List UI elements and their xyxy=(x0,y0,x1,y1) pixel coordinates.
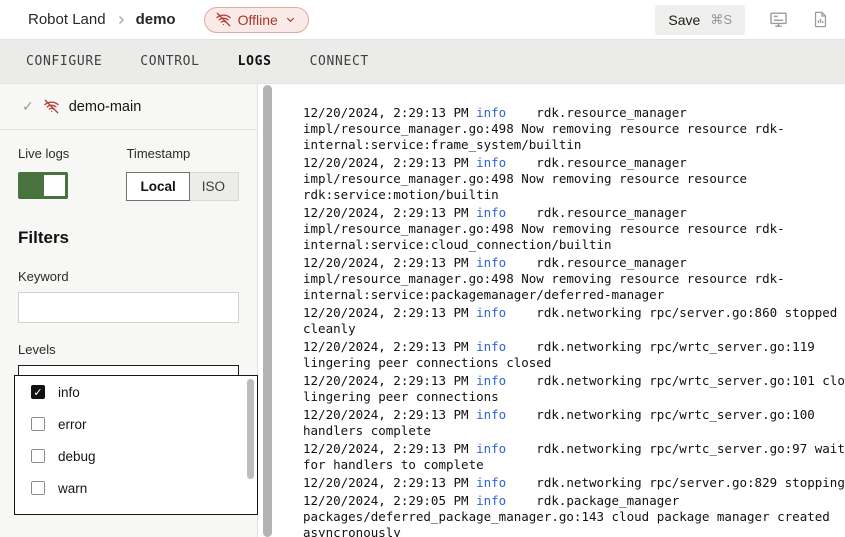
log-time: 12/20/2024, 2:29:13 PM xyxy=(303,205,476,220)
log-time: 12/20/2024, 2:29:13 PM xyxy=(303,373,476,388)
log-level: info xyxy=(476,339,506,354)
filters-title: Filters xyxy=(18,228,239,248)
log-controls: Live logs Timestamp Local ISO xyxy=(0,130,257,201)
level-checkbox[interactable] xyxy=(31,449,45,463)
timestamp-label: Timestamp xyxy=(126,146,239,161)
log-pane: 12/20/2024, 2:29:13 PM info rdk.resource… xyxy=(273,84,845,537)
save-button[interactable]: Save ⌘S xyxy=(655,5,745,35)
log-time: 12/20/2024, 2:29:13 PM xyxy=(303,155,476,170)
tab-control[interactable]: CONTROL xyxy=(140,54,199,69)
filters-section: Filters Keyword Levels xyxy=(0,201,257,397)
log-time: 12/20/2024, 2:29:05 PM xyxy=(303,493,476,508)
chevron-down-icon xyxy=(285,14,296,25)
top-bar: Robot Land demo Offline Save ⌘S xyxy=(0,0,845,39)
save-button-label: Save xyxy=(668,12,700,28)
check-icon: ✓ xyxy=(22,98,34,115)
log-entry: 12/20/2024, 2:29:13 PM info rdk.networki… xyxy=(303,407,845,439)
log-level: info xyxy=(476,205,506,220)
status-badge-label: Offline xyxy=(238,12,278,28)
segment-local[interactable]: Local xyxy=(126,172,189,201)
log-level: info xyxy=(476,305,506,320)
log-message: rdk.networking rpc/server.go:829 stoppin… xyxy=(506,475,845,490)
segment-iso[interactable]: ISO xyxy=(189,173,238,200)
log-level: info xyxy=(476,441,506,456)
chevron-right-icon xyxy=(115,14,127,26)
log-level: info xyxy=(476,255,506,270)
live-logs-toggle[interactable] xyxy=(18,172,68,199)
level-checkbox[interactable] xyxy=(31,481,45,495)
log-entry: 12/20/2024, 2:29:13 PM info rdk.networki… xyxy=(303,305,845,337)
breadcrumb-current: demo xyxy=(136,11,176,28)
wifi-off-icon xyxy=(44,99,59,114)
log-time: 12/20/2024, 2:29:13 PM xyxy=(303,255,476,270)
tab-label: LOGS xyxy=(238,54,272,69)
part-selector[interactable]: ✓ demo-main xyxy=(0,84,257,130)
keyword-input[interactable] xyxy=(18,292,239,323)
log-level: info xyxy=(476,493,506,508)
level-checkbox[interactable] xyxy=(31,417,45,431)
log-time: 12/20/2024, 2:29:13 PM xyxy=(303,105,476,120)
timestamp-segmented: Local ISO xyxy=(126,172,239,201)
tab-bar: CONFIGURE CONTROL LOGS CONNECT xyxy=(0,39,845,84)
log-time: 12/20/2024, 2:29:13 PM xyxy=(303,305,476,320)
tab-label: CONTROL xyxy=(140,54,199,69)
machine-status-badge[interactable]: Offline xyxy=(204,7,309,33)
log-level: info xyxy=(476,105,506,120)
log-level: info xyxy=(476,155,506,170)
log-time: 12/20/2024, 2:29:13 PM xyxy=(303,441,476,456)
log-entry: 12/20/2024, 2:29:13 PM info rdk.resource… xyxy=(303,255,845,303)
log-entry: 12/20/2024, 2:29:13 PM info rdk.networki… xyxy=(303,339,845,371)
levels-dropdown: ✓ info error debug warn xyxy=(14,375,258,515)
toggle-handle xyxy=(44,175,65,196)
log-entry: 12/20/2024, 2:29:13 PM info rdk.resource… xyxy=(303,105,845,153)
tab-configure[interactable]: CONFIGURE xyxy=(26,54,102,69)
main-scrollbar[interactable] xyxy=(263,85,272,537)
log-entry: 12/20/2024, 2:29:13 PM info rdk.networki… xyxy=(303,441,845,473)
wifi-off-icon xyxy=(216,12,231,27)
log-time: 12/20/2024, 2:29:13 PM xyxy=(303,407,476,422)
live-logs-label: Live logs xyxy=(18,146,126,161)
dropdown-scrollbar[interactable] xyxy=(247,379,254,479)
log-level: info xyxy=(476,373,506,388)
level-option-label: warn xyxy=(58,481,87,496)
log-file-icon[interactable] xyxy=(812,11,829,28)
levels-label: Levels xyxy=(18,342,239,357)
log-entry: 12/20/2024, 2:29:13 PM info rdk.resource… xyxy=(303,155,845,203)
log-level: info xyxy=(476,475,506,490)
save-shortcut: ⌘S xyxy=(710,12,732,28)
log-entry: 12/20/2024, 2:29:13 PM info rdk.networki… xyxy=(303,373,845,405)
keyword-label: Keyword xyxy=(18,269,239,284)
log-time: 12/20/2024, 2:29:13 PM xyxy=(303,339,476,354)
log-time: 12/20/2024, 2:29:13 PM xyxy=(303,475,476,490)
tab-label: CONFIGURE xyxy=(26,54,102,69)
monitor-icon[interactable] xyxy=(769,10,788,29)
level-option-error[interactable]: error xyxy=(15,408,257,440)
level-option-warn[interactable]: warn xyxy=(15,472,257,504)
log-entry: 12/20/2024, 2:29:05 PM info rdk.package_… xyxy=(303,493,845,537)
level-option-debug[interactable]: debug xyxy=(15,440,257,472)
level-checkbox[interactable]: ✓ xyxy=(31,385,45,399)
breadcrumb: Robot Land demo xyxy=(28,11,176,28)
log-entry: 12/20/2024, 2:29:13 PM info rdk.networki… xyxy=(303,475,845,491)
level-option-info[interactable]: ✓ info xyxy=(15,376,257,408)
level-option-label: debug xyxy=(58,449,96,464)
level-option-label: info xyxy=(58,385,80,400)
log-entry: 12/20/2024, 2:29:13 PM info rdk.resource… xyxy=(303,205,845,253)
tab-label: CONNECT xyxy=(310,54,369,69)
tab-connect[interactable]: CONNECT xyxy=(310,54,369,69)
log-level: info xyxy=(476,407,506,422)
level-option-label: error xyxy=(58,417,87,432)
breadcrumb-root[interactable]: Robot Land xyxy=(28,11,106,28)
tab-logs[interactable]: LOGS xyxy=(238,54,272,69)
part-name: demo-main xyxy=(69,99,142,115)
